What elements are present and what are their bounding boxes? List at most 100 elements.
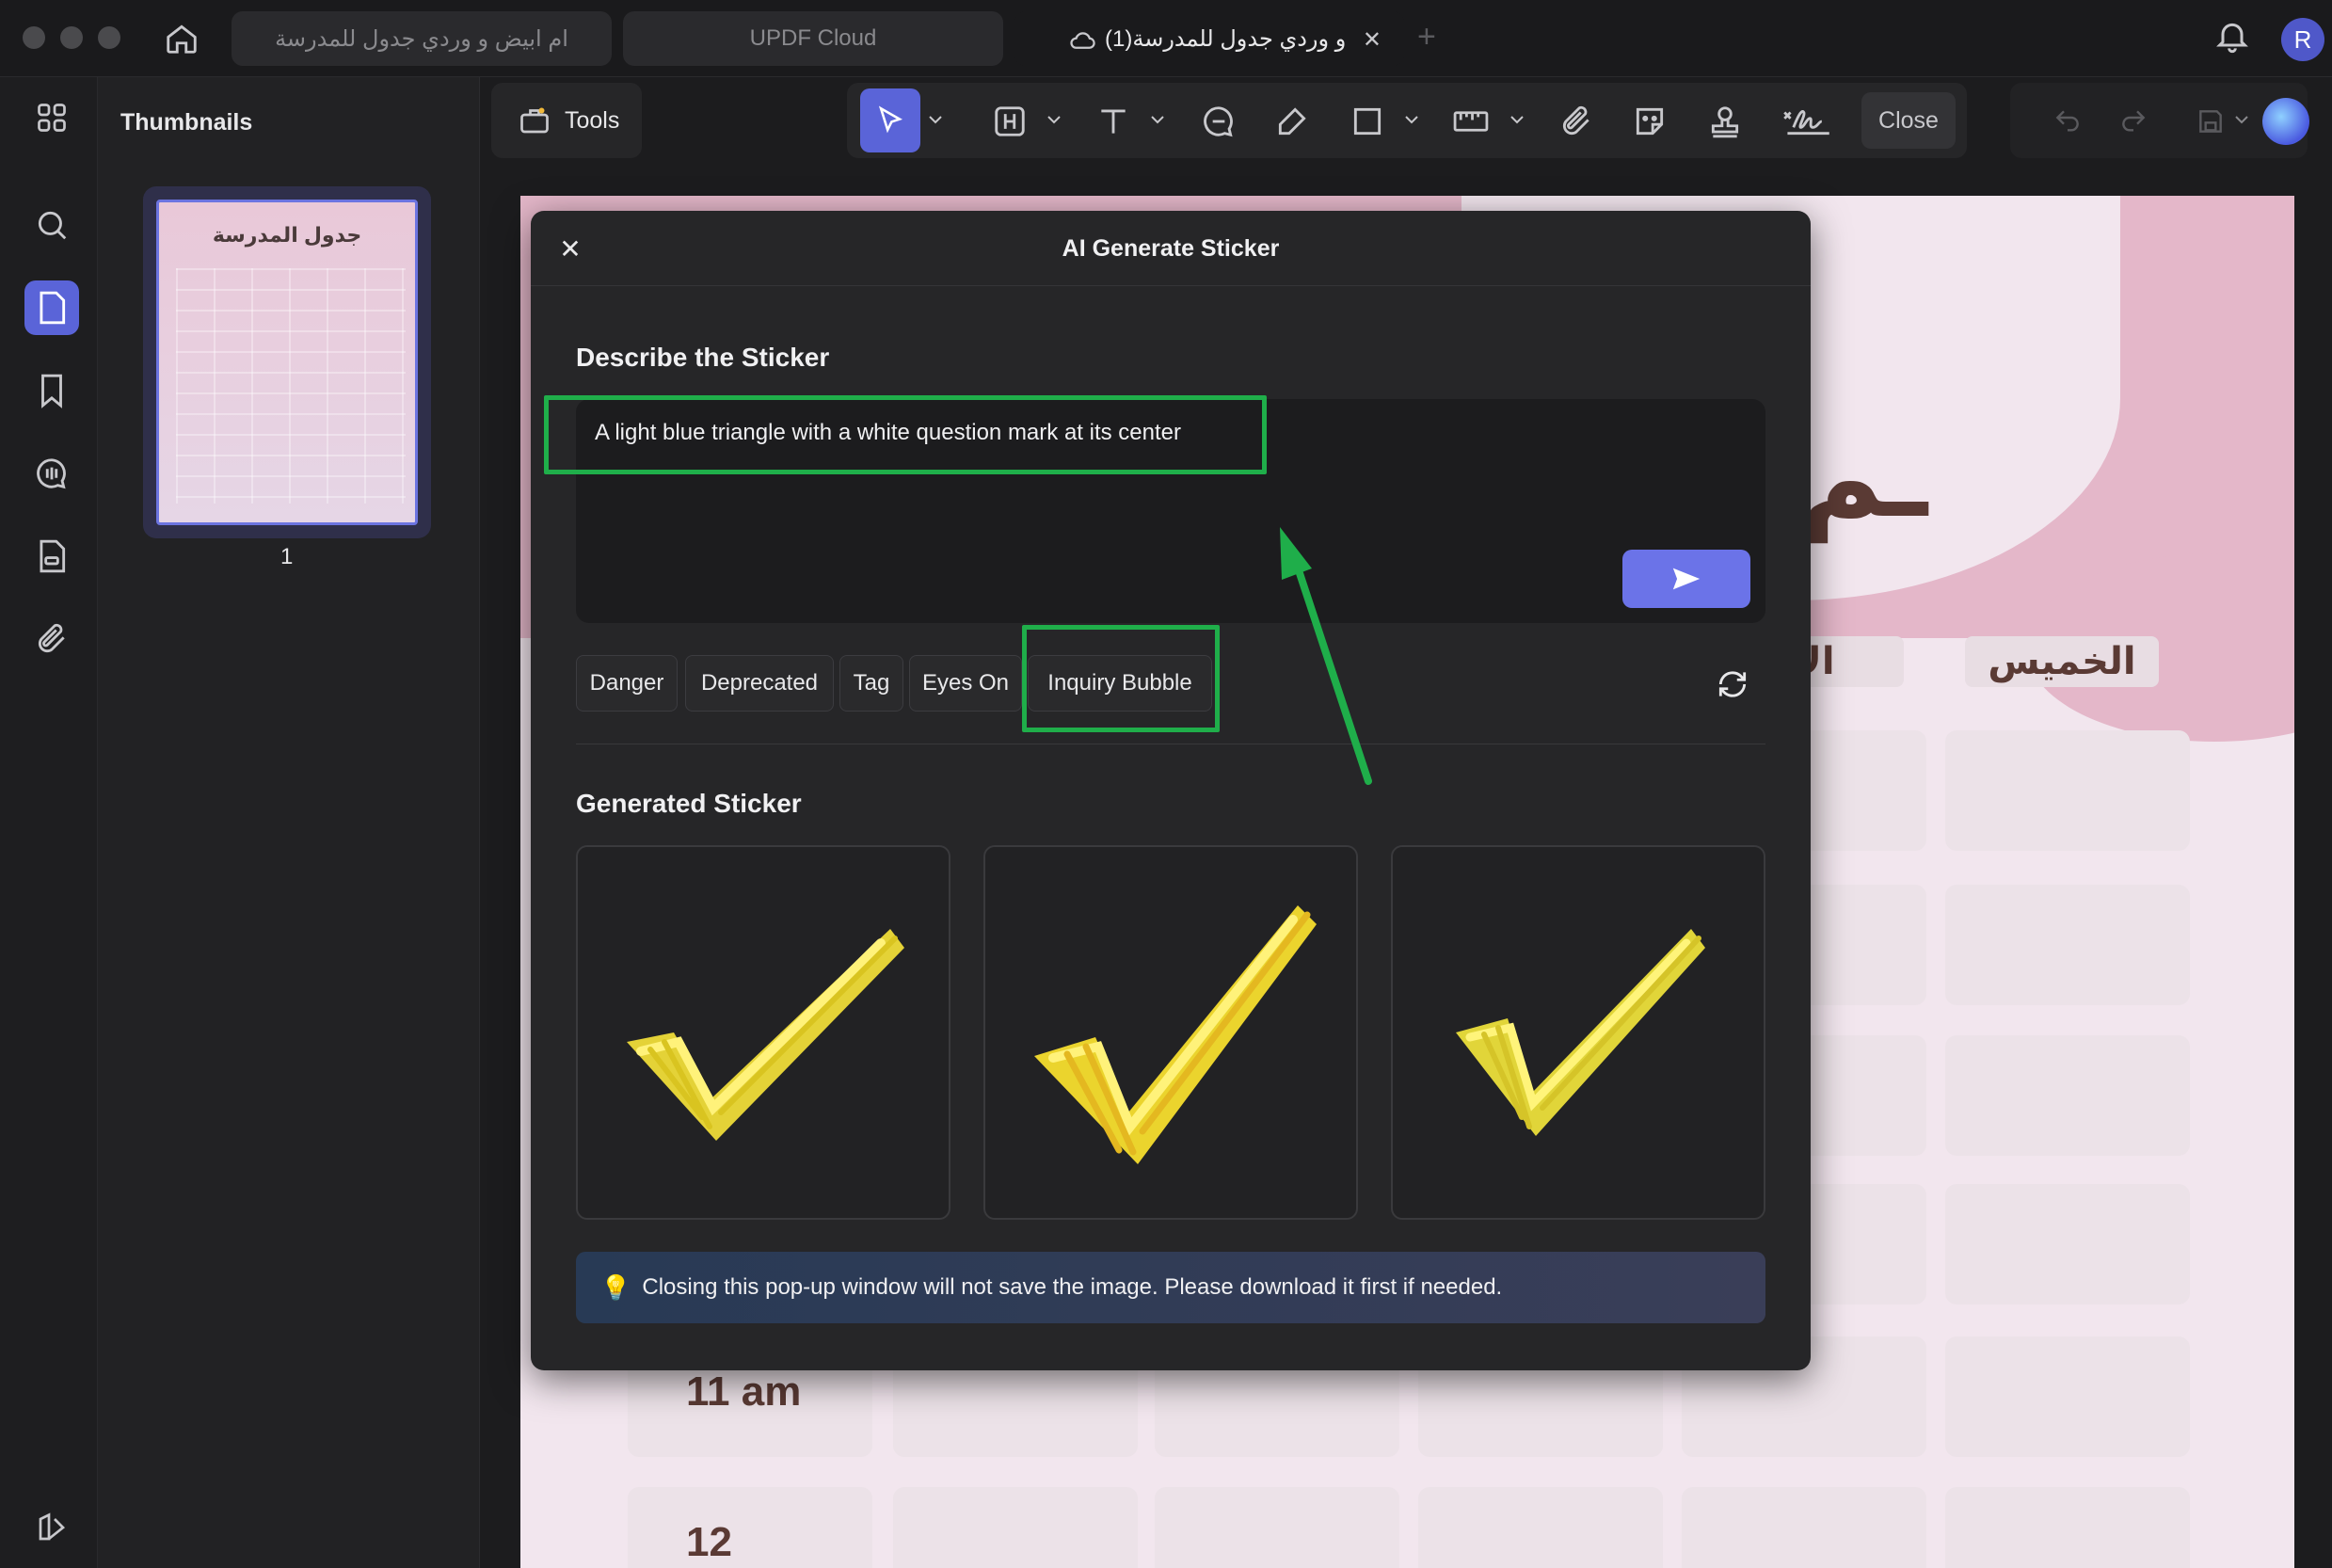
schedule-cell xyxy=(1682,1487,1926,1568)
day-label: الخميس xyxy=(1988,641,2136,682)
checkmark-sticker-icon xyxy=(1456,929,1705,1136)
attachment-icon[interactable] xyxy=(24,612,79,666)
schedule-cell xyxy=(893,1487,1138,1568)
avatar-initial: R xyxy=(2293,24,2312,54)
thumbnails-panel: Thumbnails جدول المدرسة 1 xyxy=(98,77,480,1568)
lightbulb-icon: 💡 xyxy=(600,1272,631,1302)
chevron-down-icon[interactable] xyxy=(1148,107,1167,132)
undo-icon[interactable] xyxy=(2046,100,2089,143)
thumbnails-title: Thumbnails xyxy=(120,109,253,136)
comment-icon[interactable] xyxy=(24,446,79,501)
tab-document-active[interactable]: و وردي جدول للمدرسة(1) ✕ xyxy=(1014,11,1404,66)
add-tab-icon[interactable]: + xyxy=(1417,21,1436,53)
annotation-toolbar: Close xyxy=(847,83,1967,158)
time-label: 12 xyxy=(686,1519,732,1565)
schedule-cell xyxy=(1945,730,2190,851)
redo-icon[interactable] xyxy=(2112,100,2155,143)
window-close-dot[interactable] xyxy=(23,26,45,49)
pen-tool-icon[interactable] xyxy=(1270,100,1314,143)
text-tool-icon[interactable] xyxy=(1092,100,1135,143)
highlight-tool-icon[interactable] xyxy=(988,100,1031,143)
generated-sticker-3[interactable] xyxy=(1391,845,1765,1220)
save-icon[interactable] xyxy=(2189,100,2232,143)
suggestion-chip-eyes-on[interactable]: Eyes On xyxy=(909,655,1022,712)
chip-label: Danger xyxy=(589,670,664,696)
page-heading-fragment: ـم xyxy=(1800,414,1928,540)
refresh-suggestions-icon[interactable] xyxy=(1713,664,1752,704)
signature-tool-icon[interactable] xyxy=(1779,100,1835,143)
window-minimize-dot[interactable] xyxy=(60,26,83,49)
suggestion-chip-tag[interactable]: Tag xyxy=(839,655,903,712)
home-icon[interactable] xyxy=(160,17,203,60)
attach-tool-icon[interactable] xyxy=(1555,100,1598,143)
generated-sticker-1[interactable] xyxy=(576,845,950,1220)
window-zoom-dot[interactable] xyxy=(98,26,120,49)
chevron-down-icon[interactable] xyxy=(1045,107,1063,132)
notice-text: Closing this pop-up window will not save… xyxy=(642,1274,1503,1300)
tab-label: ام ابيض و وردي جدول للمدرسة xyxy=(275,25,568,52)
schedule-cell xyxy=(1945,1487,2190,1568)
suggestion-chip-deprecated[interactable]: Deprecated xyxy=(685,655,834,712)
dialog-header: ✕ AI Generate Sticker xyxy=(531,211,1811,286)
send-button[interactable] xyxy=(1622,550,1750,608)
left-rail xyxy=(0,77,98,1568)
bell-icon[interactable] xyxy=(2213,17,2255,58)
close-label: Close xyxy=(1878,106,1939,134)
dialog-title: AI Generate Sticker xyxy=(1062,235,1280,262)
toolbox-icon xyxy=(520,107,549,134)
apps-grid-icon[interactable] xyxy=(24,90,79,145)
bookmark-icon[interactable] xyxy=(24,363,79,418)
chevron-down-icon[interactable] xyxy=(1402,107,1421,132)
comment-tool-icon[interactable] xyxy=(1197,100,1240,143)
tab-close-icon[interactable]: ✕ xyxy=(1363,26,1382,54)
schedule-cell xyxy=(1945,1035,2190,1156)
schedule-cell xyxy=(1418,1487,1663,1568)
stamp-tool-icon[interactable] xyxy=(1703,100,1747,143)
schedule-cell xyxy=(1945,1336,2190,1457)
tools-button[interactable]: Tools xyxy=(491,83,642,158)
tools-label: Tools xyxy=(565,106,620,134)
shape-tool-icon[interactable] xyxy=(1346,100,1389,143)
chevron-down-icon[interactable] xyxy=(1508,107,1526,132)
ai-assistant-icon[interactable] xyxy=(2262,98,2309,145)
chip-label: Tag xyxy=(853,670,890,696)
select-tool-icon[interactable] xyxy=(860,88,920,152)
title-bar: ام ابيض و وردي جدول للمدرسة UPDF Cloud و… xyxy=(0,0,2332,77)
day-header: الخميس xyxy=(1965,636,2159,687)
save-warning-notice: 💡 Closing this pop-up window will not sa… xyxy=(576,1252,1765,1323)
close-annotation-button[interactable]: Close xyxy=(1861,92,1956,149)
sticker-prompt-input[interactable]: A light blue triangle with a white quest… xyxy=(544,395,1765,623)
tab-label: و وردي جدول للمدرسة(1) xyxy=(1105,25,1347,52)
measure-tool-icon[interactable] xyxy=(1449,100,1493,143)
thumbnail-page-number: 1 xyxy=(280,544,294,569)
chip-label: Eyes On xyxy=(921,670,1010,696)
sticker-tool-icon[interactable] xyxy=(1628,100,1671,143)
schedule-cell xyxy=(628,1487,872,1568)
generated-sticker-2[interactable] xyxy=(983,845,1358,1220)
schedule-cell xyxy=(1945,885,2190,1005)
chevron-down-icon[interactable] xyxy=(2232,107,2251,132)
send-icon xyxy=(1672,568,1701,590)
thumbnail-page-title: جدول المدرسة xyxy=(212,223,362,247)
schedule-cell xyxy=(1155,1487,1399,1568)
chevron-down-icon[interactable] xyxy=(926,107,945,132)
avatar[interactable]: R xyxy=(2281,18,2324,61)
page-thumbnail[interactable]: جدول المدرسة xyxy=(143,186,431,538)
schedule-cell xyxy=(1945,1184,2190,1304)
thumbnail-grid xyxy=(176,268,406,504)
checkmark-sticker-icon xyxy=(627,929,904,1141)
chip-highlight-box xyxy=(1022,625,1220,732)
ai-sticker-dialog: ✕ AI Generate Sticker Describe the Stick… xyxy=(531,211,1811,1370)
thumbnails-page-icon[interactable] xyxy=(24,280,79,335)
time-label: 11 am xyxy=(686,1368,802,1415)
suggestion-chip-danger[interactable]: Danger xyxy=(576,655,678,712)
prompt-highlight-box xyxy=(544,395,1267,474)
theme-icon[interactable] xyxy=(24,1500,79,1555)
cloud-icon xyxy=(1070,32,1095,49)
tab-label: UPDF Cloud xyxy=(749,25,877,51)
chip-label: Deprecated xyxy=(700,670,819,696)
tab-updf-cloud[interactable]: UPDF Cloud xyxy=(623,11,1003,66)
tab-document-1[interactable]: ام ابيض و وردي جدول للمدرسة xyxy=(232,11,612,66)
search-icon[interactable] xyxy=(24,198,79,252)
form-fields-icon[interactable] xyxy=(24,529,79,584)
